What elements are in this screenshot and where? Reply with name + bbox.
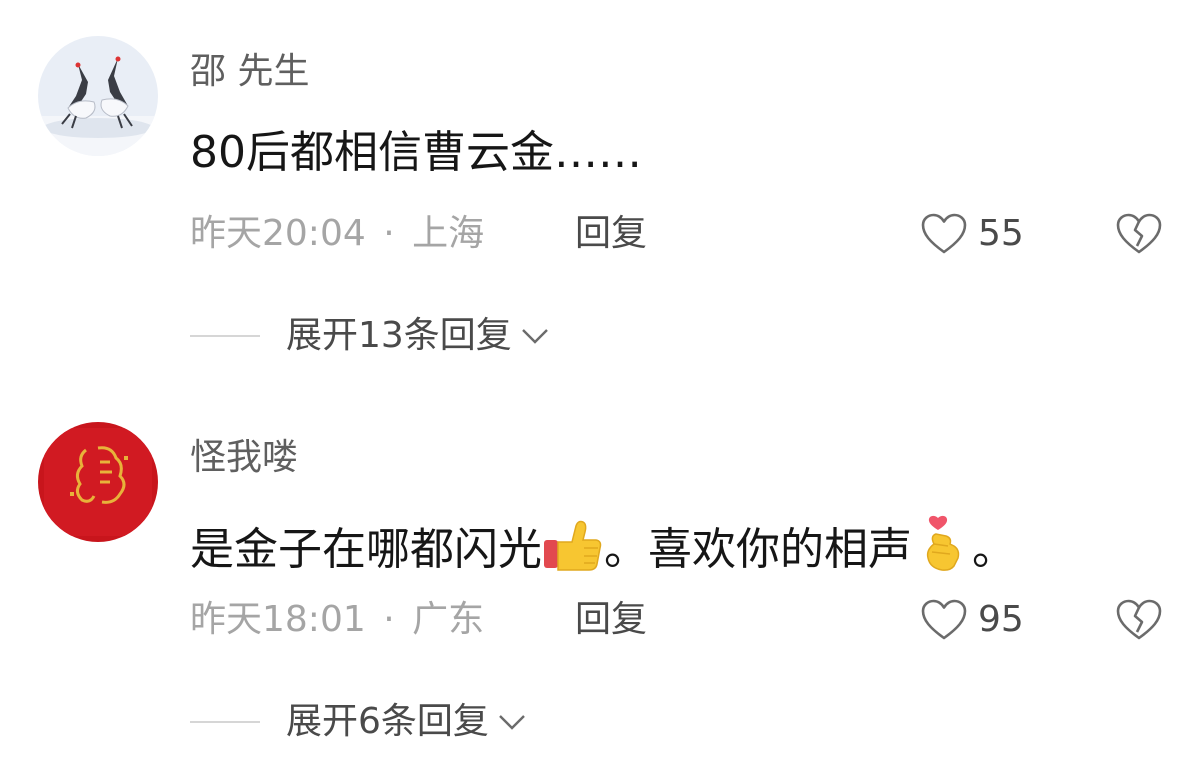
heart-icon [921,599,967,640]
dislike-button[interactable] [1115,212,1163,256]
like-button[interactable]: 95 [920,598,1024,642]
divider-line [190,721,260,723]
comment-meta: 昨天18:01 · 广东 [190,598,484,642]
chevron-down-icon [520,326,550,346]
red-seal-avatar-icon [38,422,158,542]
expand-replies-button[interactable]: 展开6条回复 [190,700,527,744]
like-count: 55 [978,213,1024,254]
broken-heart-icon [1116,213,1162,254]
red-crowned-cranes-avatar-icon [38,36,158,156]
finger-heart-emoji-icon [920,514,964,585]
expand-replies-button[interactable]: 展开13条回复 [190,314,550,358]
username[interactable]: 邵 先生 [190,50,309,94]
dislike-button[interactable] [1115,598,1163,642]
expand-replies-label: 展开13条回复 [286,315,512,356]
reply-button[interactable]: 回复 [575,598,647,642]
like-count: 95 [978,599,1024,640]
reply-button[interactable]: 回复 [575,212,647,256]
thumbs-up-emoji-icon [542,518,604,585]
divider-line [190,335,260,337]
comment-list: 邵 先生 80后都相信曹云金…… 昨天20:04 · 上海 回复 55 展开13… [0,0,1200,781]
like-button[interactable]: 55 [920,212,1024,256]
comment-text: 是金子在哪都闪光 。喜欢你的相声 。 [190,514,1016,585]
username[interactable]: 怪我喽 [190,436,298,480]
avatar[interactable] [38,422,158,542]
broken-heart-icon [1116,599,1162,640]
comment-text-part: 。 [972,524,1016,575]
comment-text: 80后都相信曹云金…… [190,127,642,178]
comment-meta: 昨天20:04 · 上海 [190,212,484,256]
comment-time: 昨天20:04 [190,213,366,254]
comment-text-part: 是金子在哪都闪光 [190,524,542,575]
comment-location: 广东 [412,599,485,640]
comment-location: 上海 [412,213,485,254]
comment-time: 昨天18:01 [190,599,366,640]
avatar[interactable] [38,36,158,156]
expand-replies-label: 展开6条回复 [286,701,489,742]
meta-separator: · [383,599,395,640]
comment-text-part: 。喜欢你的相声 [604,524,912,575]
heart-icon [921,213,967,254]
meta-separator: · [383,213,395,254]
chevron-down-icon [497,712,527,732]
